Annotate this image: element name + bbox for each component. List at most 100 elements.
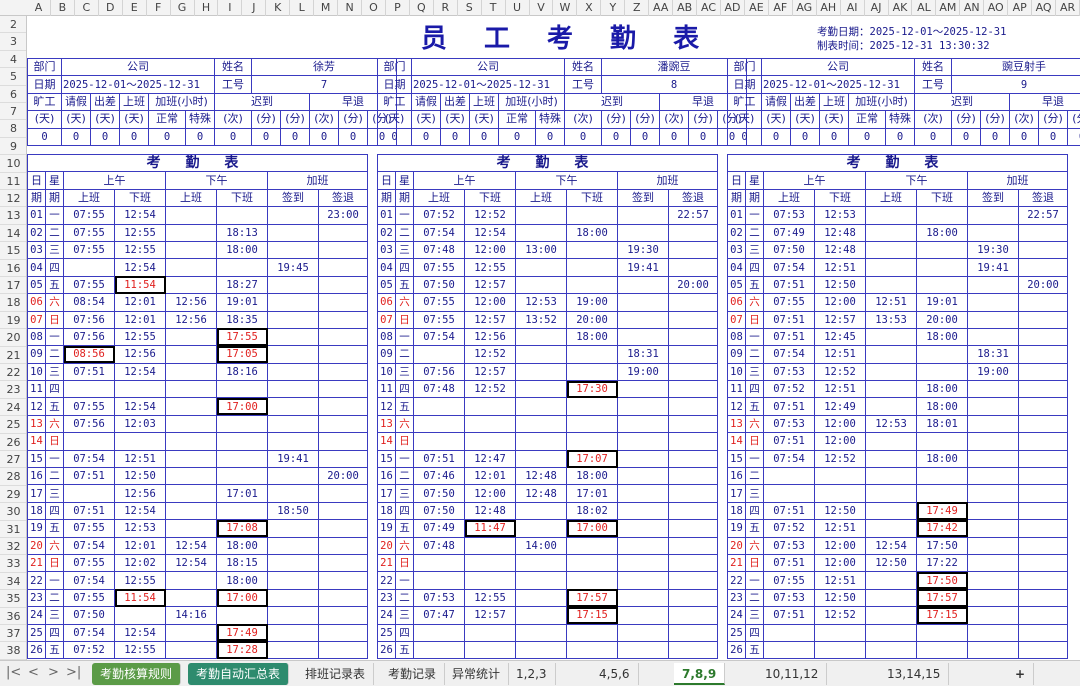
column-header-R[interactable]: R [434,0,458,16]
time-cell[interactable]: 18:13 [216,223,268,242]
time-cell[interactable]: 18:00 [916,327,968,347]
time-cell[interactable] [1018,553,1068,573]
time-cell[interactable] [165,449,217,469]
time-cell[interactable]: 07:55 [63,275,115,295]
weekday-cell[interactable]: 五 [395,275,414,295]
time-cell[interactable]: 18:31 [967,345,1019,364]
time-cell[interactable]: 07:56 [63,327,115,347]
row-header-28[interactable]: 28 [0,468,26,486]
summary-subheader[interactable]: (分) [251,110,281,129]
summary-header[interactable]: 请假 [761,92,791,112]
time-cell[interactable] [668,501,718,521]
weekday-cell[interactable]: 五 [395,397,414,416]
time-cell[interactable]: 12:53 [865,414,917,434]
daily-table-title[interactable]: 考 勤 表 [727,153,1068,173]
time-cell[interactable] [165,380,217,399]
column-header-W[interactable]: W [554,0,578,16]
time-cell[interactable] [216,380,268,399]
time-cell[interactable] [165,467,217,486]
time-cell[interactable] [617,327,669,347]
time-cell[interactable] [967,293,1019,312]
time-cell[interactable]: 12:51 [114,449,166,469]
date-cell[interactable]: 02 [727,223,746,242]
row-header-21[interactable]: 21 [0,347,26,364]
time-cell[interactable] [865,345,917,364]
time-col-header[interactable]: 下班 [916,188,968,208]
time-cell[interactable] [515,571,567,590]
column-header-P[interactable]: P [386,0,410,16]
time-cell[interactable]: 14:00 [515,536,567,555]
time-cell[interactable] [413,345,465,364]
summary-subheader[interactable]: (次) [1009,110,1039,129]
time-cell[interactable] [617,553,669,573]
time-cell[interactable]: 07:46 [413,467,465,486]
summary-header[interactable]: 请假 [411,92,441,112]
row-header-14[interactable]: 14 [0,225,26,243]
summary-value[interactable]: 0 [1038,127,1068,146]
company-value[interactable]: 公司 [411,57,565,77]
time-cell[interactable] [267,240,319,260]
column-header-Q[interactable]: Q [410,0,434,16]
column-header-N[interactable]: N [338,0,363,16]
time-cell[interactable] [413,414,465,434]
time-cell[interactable] [63,432,115,451]
column-header-AG[interactable]: AG [793,0,817,16]
first-sheet-icon[interactable]: |< [6,665,21,680]
time-cell[interactable] [865,397,917,416]
column-header-I[interactable]: I [218,0,243,16]
period-value[interactable]: 2025-12-01～2025-12-31 [761,75,915,94]
time-cell[interactable] [916,484,968,503]
date-cell[interactable]: 11 [727,380,746,399]
time-cell[interactable] [1018,345,1068,364]
time-cell[interactable] [1018,380,1068,399]
time-cell[interactable] [1018,501,1068,521]
date-header[interactable]: 日 [377,171,396,190]
time-cell[interactable]: 07:54 [63,571,115,590]
time-cell[interactable]: 17:00 [566,519,618,538]
time-cell[interactable]: 12:54 [114,623,166,642]
early-header[interactable]: 早退 [1008,92,1080,112]
time-cell[interactable] [318,432,368,451]
time-cell[interactable] [566,206,618,225]
summary-subheader[interactable]: (分) [980,110,1010,129]
weekday-cell[interactable]: 三 [45,606,64,625]
time-cell[interactable] [668,571,718,590]
time-cell[interactable]: 18:00 [216,240,268,260]
time-cell[interactable] [566,553,618,573]
time-cell[interactable] [814,640,866,660]
time-cell[interactable] [668,519,718,538]
time-cell[interactable] [165,623,217,642]
time-cell[interactable]: 12:52 [814,606,866,625]
time-cell[interactable]: 12:56 [165,310,217,329]
summary-subheader[interactable]: (次) [309,110,339,129]
time-cell[interactable] [267,380,319,399]
time-cell[interactable]: 12:52 [814,449,866,469]
time-cell[interactable]: 11:54 [114,275,166,295]
time-cell[interactable]: 12:51 [814,571,866,590]
date-cell[interactable]: 03 [727,240,746,260]
time-cell[interactable] [865,380,917,399]
column-header-AC[interactable]: AC [697,0,721,16]
am-header[interactable]: 上午 [413,171,516,190]
summary-subheader[interactable]: (天) [377,110,412,129]
date-cell[interactable]: 21 [27,553,46,573]
time-col-header[interactable]: 上班 [763,188,815,208]
time-cell[interactable]: 12:54 [865,536,917,555]
time-cell[interactable] [668,449,718,469]
time-cell[interactable] [165,275,217,295]
time-cell[interactable]: 17:57 [916,588,968,608]
time-cell[interactable] [165,414,217,434]
time-cell[interactable] [267,310,319,329]
date-cell[interactable]: 14 [27,432,46,451]
time-cell[interactable]: 12:03 [114,414,166,434]
time-cell[interactable] [114,380,166,399]
time-cell[interactable] [165,206,217,225]
summary-value[interactable]: 0 [338,127,368,146]
worksheet-grid[interactable]: 员 工 考 勤 表 考勤日期：2025-12-01～2025-12-31 制表时… [27,16,1080,660]
time-cell[interactable]: 12:48 [814,240,866,260]
time-cell[interactable] [967,449,1019,469]
time-cell[interactable] [267,275,319,295]
time-cell[interactable] [916,432,968,451]
time-cell[interactable]: 12:48 [515,484,567,503]
weekday-cell[interactable]: 四 [395,380,414,399]
